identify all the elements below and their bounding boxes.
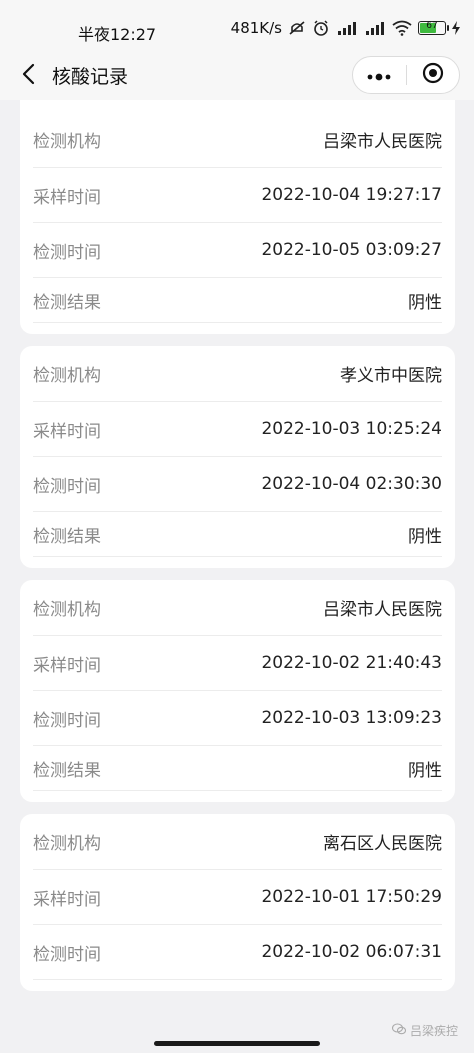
record-field-row: 检测时间 2022-10-03 13:09:23 <box>33 691 442 746</box>
record-field-row: 检测机构 吕梁市人民医院 <box>33 112 442 168</box>
field-label: 检测时间 <box>33 242 101 263</box>
signal-icon <box>336 19 358 37</box>
field-value: 2022-10-05 03:09:27 <box>261 240 442 260</box>
record-field-row: 检测时间 2022-10-04 02:30:30 <box>33 457 442 512</box>
wifi-icon <box>392 19 412 37</box>
mute-icon <box>288 19 306 37</box>
chevron-left-icon <box>21 63 35 89</box>
field-label: 检测时间 <box>33 710 101 731</box>
record-card: 检测机构 孝义市中医院采样时间 2022-10-03 10:25:24 检测时间 202… <box>20 346 455 568</box>
field-value: 2022-10-03 13:09:23 <box>261 708 442 728</box>
field-value: 2022-10-03 10:25:24 <box>261 419 442 439</box>
field-label: 采样时间 <box>33 187 101 208</box>
record-field-row: 采样时间 2022-10-04 19:27:17 <box>33 168 442 223</box>
record-list: 检测机构 吕梁市人民医院 采样时间 2022-10-04 19:27:17 检测时间 20… <box>20 100 455 1003</box>
alarm-icon <box>312 19 330 37</box>
back-button[interactable] <box>14 60 42 92</box>
target-circle-icon <box>422 62 444 88</box>
battery-level: 67 <box>426 21 438 31</box>
battery-icon: 67 <box>418 21 449 35</box>
field-label: 采样时间 <box>33 421 101 442</box>
record-field-row: 检测机构 孝义市中医院 <box>33 346 442 402</box>
record-field-row: 采样时间 2022-10-02 21:40:43 <box>33 636 442 691</box>
nav-bar: 核酸记录 <box>0 52 474 100</box>
field-value: 阴性 <box>408 292 442 313</box>
field-value: 2022-10-04 02:30:30 <box>261 474 442 494</box>
field-value: 阴性 <box>408 526 442 547</box>
record-field-row: 检测机构 离石区人民医院 <box>33 814 442 870</box>
field-value: 2022-10-04 19:27:17 <box>261 185 442 205</box>
field-value: 2022-10-02 06:07:31 <box>261 942 442 962</box>
field-value: 2022-10-01 17:50:29 <box>261 887 442 907</box>
watermark: 吕梁疾控 <box>391 1022 458 1039</box>
field-value: 吕梁市人民医院 <box>323 132 442 152</box>
record-card: 检测机构 离石区人民医院采样时间 2022-10-01 17:50:29 检测时间 20… <box>20 814 455 991</box>
field-label: 采样时间 <box>33 889 101 910</box>
record-field-row: 检测时间 2022-10-02 06:07:31 <box>33 925 442 980</box>
record-field-row: 检测机构 吕梁市人民医院 <box>33 580 442 636</box>
mini-program-capsule <box>352 56 460 94</box>
field-label: 采样时间 <box>33 655 101 676</box>
record-field-row: 采样时间 2022-10-01 17:50:29 <box>33 870 442 925</box>
more-dots-icon <box>366 66 392 85</box>
field-label: 检测机构 <box>33 366 101 386</box>
network-speed: 481K/s <box>230 19 282 37</box>
watermark-text: 吕梁疾控 <box>409 1024 458 1038</box>
field-label: 检测结果 <box>33 292 101 313</box>
charging-icon <box>452 19 460 37</box>
field-label: 检测机构 <box>33 834 101 854</box>
record-field-row: 检测结果 阴性 <box>33 746 442 791</box>
status-bar: 半夜12:27 481K/s 67 <box>0 0 474 58</box>
record-field-row: 检测时间 2022-10-05 03:09:27 <box>33 223 442 278</box>
page-title: 核酸记录 <box>52 66 129 88</box>
more-button[interactable] <box>353 57 406 93</box>
wechat-icon <box>391 1023 407 1038</box>
close-button[interactable] <box>407 57 460 93</box>
signal-icon-2 <box>364 19 386 37</box>
record-card: 检测机构 吕梁市人民医院采样时间 2022-10-04 19:27:17 检测时间 20… <box>20 100 455 334</box>
record-field-row: 检测结果 阴性 <box>33 278 442 323</box>
field-label: 检测时间 <box>33 476 101 497</box>
record-field-row: 检测结果 阴性 <box>33 512 442 557</box>
field-value: 孝义市中医院 <box>340 366 442 386</box>
screen: 半夜12:27 481K/s 67 核酸记录 检测机构 吕梁市人民医院 采样时间… <box>0 0 474 1053</box>
field-label: 检测机构 <box>33 600 101 620</box>
field-label: 检测结果 <box>33 526 101 547</box>
home-indicator[interactable] <box>154 1041 320 1046</box>
field-value: 阴性 <box>408 760 442 781</box>
field-value: 2022-10-02 21:40:43 <box>261 653 442 673</box>
status-icons: 481K/s 67 <box>231 19 460 37</box>
field-label: 检测机构 <box>33 132 101 152</box>
field-value: 吕梁市人民医院 <box>323 600 442 620</box>
field-label: 检测时间 <box>33 944 101 965</box>
field-label: 检测结果 <box>33 760 101 781</box>
field-value: 离石区人民医院 <box>323 834 442 854</box>
record-card: 检测机构 吕梁市人民医院采样时间 2022-10-02 21:40:43 检测时间 20… <box>20 580 455 802</box>
status-time: 半夜12:27 <box>78 25 157 44</box>
record-field-row: 采样时间 2022-10-03 10:25:24 <box>33 402 442 457</box>
